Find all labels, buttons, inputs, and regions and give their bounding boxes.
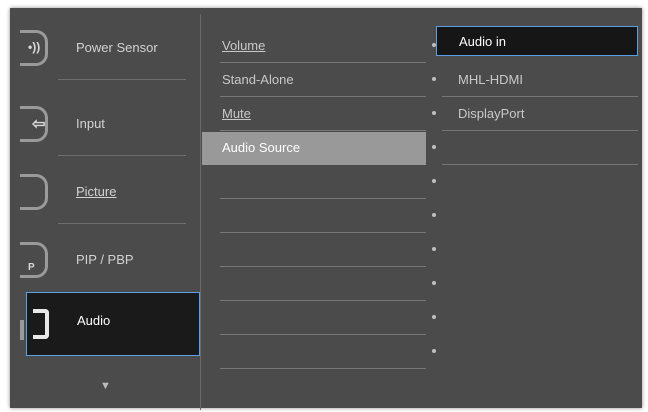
divider: [442, 164, 638, 165]
submenu-item-label: Volume: [222, 38, 266, 53]
option-displayport[interactable]: DisplayPort: [436, 98, 638, 131]
sidebar-item-label: Input: [76, 116, 105, 131]
audio-source-options: Audio in MHL-HDMI DisplayPort: [436, 14, 638, 410]
sidebar-item-pip-pbp[interactable]: P PIP / PBP: [14, 232, 200, 292]
osd-menu-inner: •)) Power Sensor ⇦ Input Picture P PIP /…: [14, 14, 638, 410]
sidebar-item-label: Picture: [76, 184, 117, 199]
power-sensor-glyph: •)): [28, 40, 41, 54]
sidebar-item-audio[interactable]: Audio: [26, 292, 200, 356]
submenu-empty-row: [202, 268, 436, 301]
divider: [220, 96, 426, 97]
divider: [442, 130, 638, 131]
sidebar-item-input[interactable]: ⇦ Input: [14, 96, 200, 156]
submenu-item-label: Mute: [222, 106, 251, 121]
submenu-item-volume[interactable]: Volume: [202, 30, 436, 63]
submenu-empty-row: [202, 234, 436, 267]
divider: [220, 266, 426, 267]
option-label: MHL-HDMI: [458, 72, 523, 87]
submenu-empty-row: [202, 302, 436, 335]
sidebar-item-label: Power Sensor: [76, 40, 158, 55]
submenu-empty-row: [202, 166, 436, 199]
divider: [58, 79, 186, 80]
divider: [442, 96, 638, 97]
divider: [220, 232, 426, 233]
audio-submenu: Volume Stand-Alone Mute Audio Source: [202, 14, 436, 410]
pip-glyph: P: [28, 262, 35, 273]
divider: [220, 62, 426, 63]
picture-icon: [20, 174, 48, 210]
divider: [220, 334, 426, 335]
divider: [58, 155, 186, 156]
sidebar-item-power-sensor[interactable]: •)) Power Sensor: [14, 20, 200, 80]
audio-icon: [33, 309, 49, 339]
options-empty-row: [436, 132, 638, 165]
sidebar-item-label: Audio: [77, 313, 111, 328]
osd-menu-window: •)) Power Sensor ⇦ Input Picture P PIP /…: [10, 8, 642, 410]
divider: [58, 223, 186, 224]
submenu-item-stand-alone[interactable]: Stand-Alone: [202, 64, 436, 97]
option-mhl-hdmi[interactable]: MHL-HDMI: [436, 64, 638, 97]
sidebar: •)) Power Sensor ⇦ Input Picture P PIP /…: [14, 14, 201, 410]
submenu-item-label: Audio Source: [222, 140, 301, 155]
divider: [220, 368, 426, 369]
submenu-empty-row: [202, 336, 436, 369]
option-label: Audio in: [459, 34, 506, 49]
submenu-item-mute[interactable]: Mute: [202, 98, 436, 131]
submenu-empty-row: [202, 200, 436, 233]
divider: [220, 300, 426, 301]
submenu-item-audio-source[interactable]: Audio Source: [202, 132, 436, 165]
divider: [220, 198, 426, 199]
input-arrow-glyph: ⇦: [32, 116, 46, 133]
submenu-item-label: Stand-Alone: [222, 72, 294, 87]
divider: [220, 130, 426, 131]
option-audio-in[interactable]: Audio in: [436, 26, 638, 56]
option-label: DisplayPort: [458, 106, 525, 121]
active-indicator: [20, 320, 24, 340]
sidebar-item-picture[interactable]: Picture: [14, 164, 200, 224]
scroll-down-icon[interactable]: ▼: [100, 380, 111, 392]
sidebar-item-label: PIP / PBP: [76, 252, 134, 267]
